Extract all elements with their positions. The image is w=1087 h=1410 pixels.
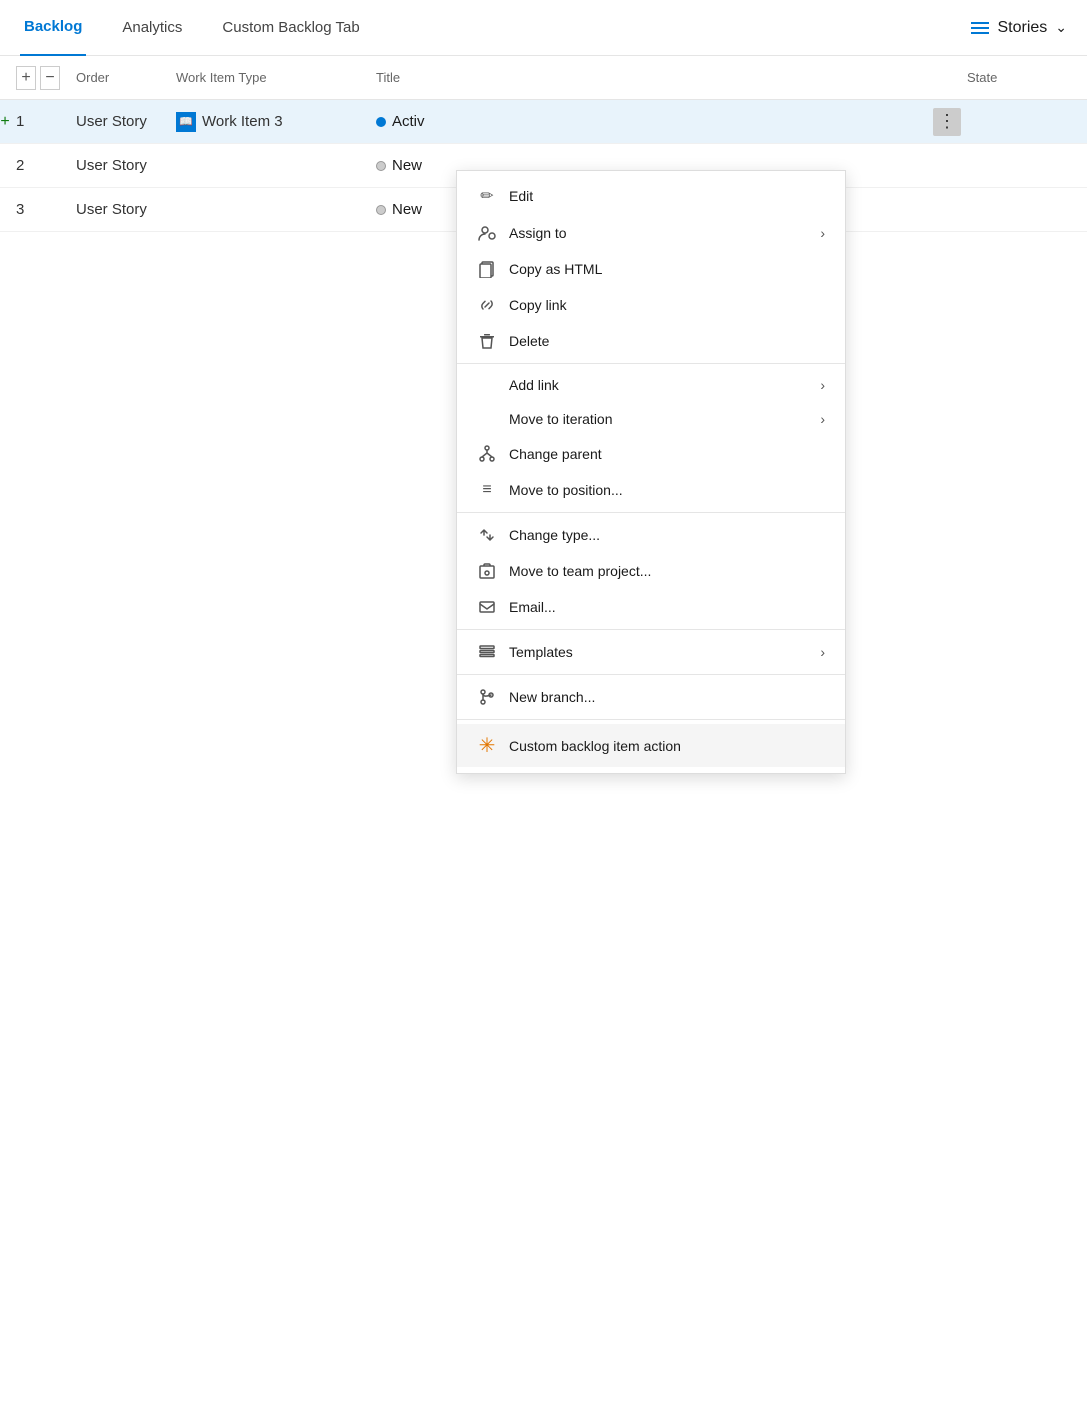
separator	[457, 719, 845, 720]
delete-icon	[477, 332, 497, 350]
assign-icon	[477, 224, 497, 242]
chevron-down-icon[interactable]: ⌄	[1055, 19, 1067, 36]
separator	[457, 512, 845, 513]
copy-html-icon	[477, 260, 497, 278]
table-row[interactable]: + 1 User Story 📖 Work Item 3 ⋮ Activ	[0, 100, 1087, 144]
menu-label-edit: Edit	[509, 188, 825, 204]
menu-item-copy-html[interactable]: Copy as HTML	[457, 251, 845, 287]
menu-item-delete[interactable]: Delete	[457, 323, 845, 359]
top-nav: Backlog Analytics Custom Backlog Tab Sto…	[0, 0, 1087, 56]
row-order: 2	[8, 157, 68, 174]
change-parent-icon	[477, 445, 497, 463]
menu-label-new-branch: New branch...	[509, 689, 825, 705]
menu-label-change-parent: Change parent	[509, 446, 825, 462]
state-dot-new	[376, 161, 386, 171]
add-button[interactable]: +	[16, 66, 36, 90]
more-options-button[interactable]: ⋮	[933, 108, 961, 136]
copy-link-icon	[477, 296, 497, 314]
edit-icon: ✏	[477, 186, 497, 206]
menu-label-move-position: Move to position...	[509, 482, 825, 498]
nav-right: Stories ⌄	[971, 19, 1067, 37]
menu-item-change-parent[interactable]: Change parent	[457, 436, 845, 472]
row-work-item-type: User Story	[68, 201, 168, 218]
change-type-icon	[477, 526, 497, 544]
context-menu: ✏ Edit Assign to › Copy a	[456, 170, 846, 774]
submenu-arrow-icon: ›	[820, 411, 825, 427]
row-title-text: Work Item 3	[202, 113, 283, 130]
separator	[457, 674, 845, 675]
drag-handle	[0, 144, 6, 187]
menu-label-copy-html: Copy as HTML	[509, 261, 825, 277]
templates-icon	[477, 643, 497, 661]
context-menu-wrapper: ✏ Edit Assign to › Copy a	[456, 170, 846, 774]
move-project-icon	[477, 562, 497, 580]
menu-item-edit[interactable]: ✏ Edit	[457, 177, 845, 215]
menu-item-email[interactable]: Email...	[457, 589, 845, 625]
state-label: New	[392, 201, 422, 218]
row-work-item-type: User Story	[68, 113, 168, 130]
remove-button[interactable]: −	[40, 66, 60, 90]
menu-label-copy-link: Copy link	[509, 297, 825, 313]
menu-item-move-position[interactable]: ≡ Move to position...	[457, 472, 845, 508]
menu-label-change-type: Change type...	[509, 527, 825, 543]
menu-label-move-project: Move to team project...	[509, 563, 825, 579]
title-column-header: Title	[368, 70, 959, 85]
separator	[457, 363, 845, 364]
row-order: 3	[8, 201, 68, 218]
menu-label-delete: Delete	[509, 333, 825, 349]
separator	[457, 629, 845, 630]
menu-item-copy-link[interactable]: Copy link	[457, 287, 845, 323]
row-title: 📖 Work Item 3	[168, 112, 368, 132]
add-remove-buttons: + −	[8, 66, 68, 90]
row-work-item-type: User Story	[68, 157, 168, 174]
menu-item-custom-action[interactable]: ✳ Custom backlog item action	[457, 724, 845, 767]
tab-analytics[interactable]: Analytics	[118, 0, 186, 56]
submenu-arrow-icon: ›	[820, 225, 825, 241]
move-position-icon: ≡	[477, 481, 497, 499]
menu-label-assign-to: Assign to	[509, 225, 808, 241]
menu-item-add-link[interactable]: Add link ›	[457, 368, 845, 402]
stories-label[interactable]: Stories	[997, 19, 1047, 37]
menu-label-custom-action: Custom backlog item action	[509, 738, 825, 754]
menu-item-assign-to[interactable]: Assign to ›	[457, 215, 845, 251]
menu-label-email: Email...	[509, 599, 825, 615]
drag-handle[interactable]: +	[0, 100, 6, 143]
order-column-header: Order	[68, 70, 168, 85]
work-item-type-column-header: Work Item Type	[168, 70, 368, 85]
state-column-header: State	[959, 70, 1079, 85]
state-dot-active	[376, 117, 386, 127]
email-icon	[477, 598, 497, 616]
state-label: Activ	[392, 113, 425, 130]
new-branch-icon	[477, 688, 497, 706]
menu-label-templates: Templates	[509, 644, 808, 660]
table-header: + − Order Work Item Type Title State	[0, 56, 1087, 100]
menu-item-move-project[interactable]: Move to team project...	[457, 553, 845, 589]
menu-label-add-link: Add link	[509, 377, 808, 393]
hamburger-icon[interactable]	[971, 22, 989, 34]
state-label: New	[392, 157, 422, 174]
menu-label-move-iteration: Move to iteration	[509, 411, 808, 427]
custom-action-icon: ✳	[477, 733, 497, 758]
menu-item-change-type[interactable]: Change type...	[457, 517, 845, 553]
tab-backlog[interactable]: Backlog	[20, 0, 86, 56]
menu-item-new-branch[interactable]: New branch...	[457, 679, 845, 715]
row-state: Activ	[368, 113, 959, 130]
drag-handle	[0, 188, 6, 231]
row-order: 1	[8, 113, 68, 130]
submenu-arrow-icon: ›	[820, 644, 825, 660]
work-item-icon: 📖	[176, 112, 196, 132]
tab-custom-backlog[interactable]: Custom Backlog Tab	[218, 0, 363, 56]
state-dot-new	[376, 205, 386, 215]
menu-item-move-iteration[interactable]: Move to iteration ›	[457, 402, 845, 436]
menu-item-templates[interactable]: Templates ›	[457, 634, 845, 670]
submenu-arrow-icon: ›	[820, 377, 825, 393]
row-add-icon: +	[0, 113, 9, 131]
